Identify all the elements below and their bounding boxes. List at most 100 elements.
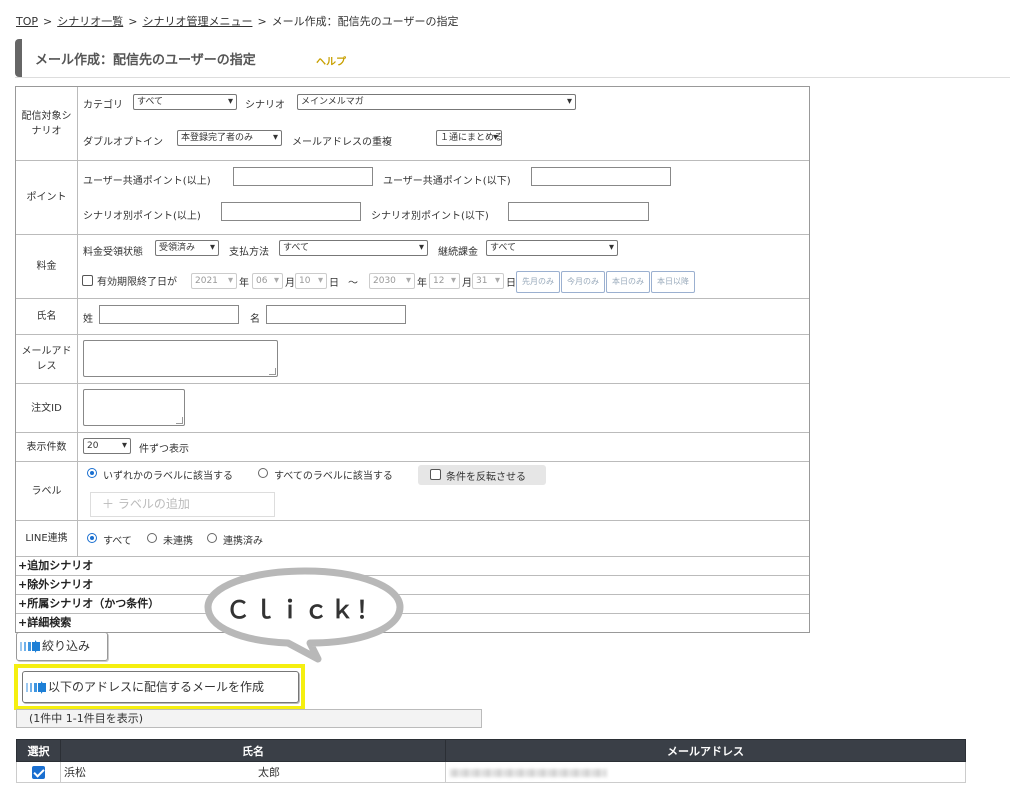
breadcrumb: TOP > シナリオ一覧 > シナリオ管理メニュー > メール作成：配信先のユーザーの指定: [16, 13, 458, 29]
display-count-suffix: 件ずつ表示: [139, 444, 189, 455]
breadcrumb-scenario-list-link[interactable]: シナリオ一覧: [57, 15, 123, 28]
scenario-point-max-input[interactable]: [508, 202, 649, 221]
order-id-textarea[interactable]: [83, 389, 185, 426]
label-all-radio[interactable]: [258, 468, 268, 478]
create-mail-button[interactable]: 以下のアドレスに配信するメールを作成: [22, 671, 299, 703]
col-email-header: メールアドレス: [445, 739, 966, 762]
to-year-select[interactable]: 2030: [369, 273, 415, 289]
page-header: メール作成：配信先のユーザーの指定 ヘルプ: [15, 39, 1010, 78]
duplicate-label: メールアドレスの重複: [292, 137, 392, 148]
row-labels: ラベル いずれかのラベルに該当する すべてのラベルに該当する 条件を反転させる …: [16, 462, 809, 521]
label-any-radio[interactable]: [87, 468, 97, 478]
today-button[interactable]: 本日のみ: [606, 271, 650, 293]
invert-label: 条件を反転させる: [446, 472, 526, 483]
result-table: 選択 氏名 メールアドレス 浜松 太郎: [16, 739, 966, 783]
common-point-min-input[interactable]: [233, 167, 373, 186]
row-display: 表示件数 20 件ずつ表示: [16, 433, 809, 462]
breadcrumb-sep: >: [43, 15, 53, 28]
row-label: 表示件数: [16, 433, 78, 461]
payment-method-select[interactable]: すべて: [279, 240, 428, 256]
to-month-select[interactable]: 12: [429, 273, 460, 289]
unit-month: 月: [285, 278, 295, 289]
invert-condition-toggle[interactable]: 条件を反転させる: [418, 465, 546, 485]
line-linked-text: 連携済み: [223, 536, 263, 547]
last-name-label: 姓: [83, 314, 93, 325]
table-row: 浜松 太郎: [16, 761, 966, 783]
after-today-button[interactable]: 本日以降: [651, 271, 695, 293]
row-order: 注文ID: [16, 384, 809, 433]
scenario-point-min-label: シナリオ別ポイント(以上): [83, 211, 201, 222]
scenario-label: シナリオ: [245, 100, 285, 111]
unit-year: 年: [417, 278, 427, 289]
recurring-select[interactable]: すべて: [486, 240, 618, 256]
exclude-scenario-toggle[interactable]: +除外シナリオ: [16, 576, 809, 595]
expiry-label: 有効期限終了日が: [97, 277, 177, 288]
row-name: 氏名 姓 名: [16, 299, 809, 335]
category-select[interactable]: すべて: [133, 94, 237, 110]
row-line: LINE連携 すべて 未連携 連携済み: [16, 521, 809, 557]
search-form: 配信対象シナリオ カテゴリ すべて シナリオ メインメルマガ ダブルオプトイン …: [15, 86, 810, 633]
help-link[interactable]: ヘルプ: [316, 53, 346, 68]
to-day-select[interactable]: 31: [472, 273, 504, 289]
click-callout-bubble: Ｃｌｉｃｋ！: [204, 567, 404, 663]
unit-day: 日: [506, 278, 516, 289]
scenario-select[interactable]: メインメルマガ: [297, 94, 576, 110]
common-point-max-input[interactable]: [531, 167, 671, 186]
row-first-name: 太郎: [258, 766, 280, 779]
row-label: ラベル: [16, 462, 78, 520]
this-month-button[interactable]: 今月のみ: [561, 271, 605, 293]
last-name-input[interactable]: [99, 305, 239, 324]
row-fee: 料金 料金受領状態 受領済み 支払方法 すべて 継続課金 すべて 有効期限終了日…: [16, 235, 809, 299]
row-email: メールアドレス: [16, 335, 809, 384]
row-select-checkbox[interactable]: [32, 765, 45, 779]
fee-status-select[interactable]: 受領済み: [155, 240, 219, 256]
first-name-label: 名: [250, 314, 260, 325]
result-count: (1件中 1-1件目を表示): [16, 709, 482, 728]
scenario-point-min-input[interactable]: [221, 202, 361, 221]
col-name-header: 氏名: [60, 739, 446, 762]
expiry-checkbox[interactable]: [82, 275, 93, 286]
label-all-text: すべてのラベルに該当する: [274, 471, 393, 482]
from-year-select[interactable]: 2021: [191, 273, 237, 289]
advanced-search-toggle[interactable]: +詳細検索: [16, 614, 809, 632]
first-name-input[interactable]: [266, 305, 406, 324]
header-accent-bar: [15, 39, 22, 77]
filter-button-label: 絞り込み: [42, 639, 91, 653]
add-label-button[interactable]: ＋ ラベルの追加: [90, 492, 275, 517]
row-label: メールアドレス: [16, 335, 78, 383]
breadcrumb-sep: >: [128, 15, 138, 28]
display-count-select[interactable]: 20: [83, 438, 131, 454]
add-scenario-toggle[interactable]: +追加シナリオ: [16, 557, 809, 576]
member-scenario-toggle[interactable]: +所属シナリオ（かつ条件）: [16, 595, 809, 614]
select-cell: [16, 761, 61, 783]
line-not-linked-radio[interactable]: [147, 533, 157, 543]
email-textarea[interactable]: [83, 340, 278, 377]
duplicate-select[interactable]: １通にまとめる: [436, 130, 502, 146]
recurring-label: 継続課金: [438, 247, 478, 258]
common-point-min-label: ユーザー共通ポイント(以上): [83, 176, 211, 187]
table-header-row: 選択 氏名 メールアドレス: [16, 739, 966, 762]
breadcrumb-top-link[interactable]: TOP: [16, 15, 38, 28]
breadcrumb-scenario-menu-link[interactable]: シナリオ管理メニュー: [142, 15, 252, 28]
fee-status-label: 料金受領状態: [83, 247, 143, 258]
category-label: カテゴリ: [83, 100, 123, 111]
row-scenario: 配信対象シナリオ カテゴリ すべて シナリオ メインメルマガ ダブルオプトイン …: [16, 87, 809, 161]
last-month-button[interactable]: 先月のみ: [516, 271, 560, 293]
from-month-select[interactable]: 06: [252, 273, 283, 289]
col-select-header: 選択: [16, 739, 61, 762]
double-optin-select[interactable]: 本登録完了者のみ: [177, 130, 282, 146]
invert-checkbox[interactable]: [430, 469, 441, 480]
line-all-radio[interactable]: [87, 533, 97, 543]
row-last-name: 浜松: [64, 766, 86, 779]
label-any-text: いずれかのラベルに該当する: [103, 471, 233, 482]
line-linked-radio[interactable]: [207, 533, 217, 543]
name-cell: 浜松 太郎: [60, 761, 446, 783]
breadcrumb-current: メール作成：配信先のユーザーの指定: [271, 15, 459, 28]
row-label: 料金: [16, 235, 78, 298]
filter-button[interactable]: 絞り込み: [16, 632, 108, 661]
row-label: 氏名: [16, 299, 78, 334]
redacted-email: [450, 768, 607, 777]
callout-text: Ｃｌｉｃｋ！: [226, 596, 382, 624]
row-point: ポイント ユーザー共通ポイント(以上) ユーザー共通ポイント(以下) シナリオ別…: [16, 161, 809, 235]
from-day-select[interactable]: 10: [295, 273, 327, 289]
